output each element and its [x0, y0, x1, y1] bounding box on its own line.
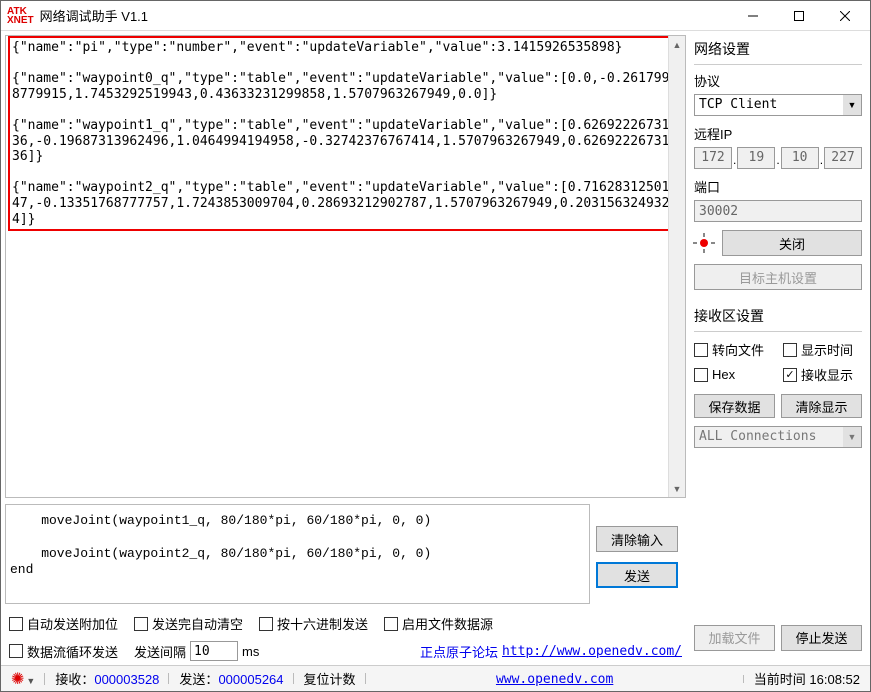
dropdown-arrow-icon[interactable]: ▼ — [26, 676, 35, 686]
forum-link[interactable]: http://www.openedv.com/ — [502, 644, 682, 659]
interval-unit: ms — [242, 644, 259, 659]
scroll-up-icon[interactable]: ▲ — [669, 36, 685, 53]
hex-label: Hex — [712, 367, 735, 382]
recv-show-label: 接收显示 — [801, 365, 853, 384]
network-settings-title: 网络设置 — [694, 37, 862, 61]
connection-filter-combobox[interactable]: ALL Connections ▼ — [694, 426, 862, 448]
show-time-checkbox[interactable] — [783, 343, 797, 357]
remote-ip-input[interactable]: 172. 19. 10. 227 — [694, 147, 862, 169]
to-file-checkbox[interactable] — [694, 343, 708, 357]
scrollbar-vertical[interactable]: ▲ ▼ — [668, 36, 685, 497]
show-time-label: 显示时间 — [801, 340, 853, 359]
gear-icon[interactable]: ✺ — [11, 671, 24, 688]
interval-label: 发送间隔 — [134, 642, 186, 661]
maximize-button[interactable] — [776, 2, 822, 30]
loop-send-checkbox[interactable] — [9, 644, 23, 658]
target-host-settings-button: 目标主机设置 — [694, 264, 862, 290]
remote-ip-label: 远程IP — [694, 124, 862, 143]
send-as-hex-checkbox[interactable] — [259, 617, 273, 631]
receive-area: {"name":"pi","type":"number","event":"up… — [5, 35, 686, 498]
send-count-value: 000005264 — [218, 672, 283, 687]
port-label: 端口 — [694, 177, 862, 196]
hex-checkbox[interactable] — [694, 368, 708, 382]
time-label: 当前时间 — [754, 672, 810, 687]
auto-send-append-checkbox[interactable] — [9, 617, 23, 631]
recv-count-value: 000003528 — [94, 672, 159, 687]
close-button[interactable] — [822, 2, 868, 30]
protocol-label: 协议 — [694, 71, 862, 90]
chevron-down-icon[interactable]: ▼ — [843, 95, 861, 115]
protocol-combobox[interactable]: TCP Client ▼ — [694, 94, 862, 116]
connection-status-icon — [694, 235, 714, 251]
send-button[interactable]: 发送 — [596, 562, 678, 588]
reset-count-button[interactable]: 复位计数 — [304, 672, 356, 687]
close-connection-button[interactable]: 关闭 — [722, 230, 862, 256]
minimize-button[interactable] — [730, 2, 776, 30]
enable-file-source-checkbox[interactable] — [384, 617, 398, 631]
save-data-button[interactable]: 保存数据 — [694, 394, 775, 418]
forum-label: 正点原子论坛 — [420, 642, 498, 661]
scroll-down-icon[interactable]: ▼ — [669, 480, 685, 497]
port-input[interactable] — [694, 200, 862, 222]
send-count-label: 发送： — [179, 672, 218, 687]
app-logo: ATKXNET — [7, 7, 34, 25]
to-file-label: 转向文件 — [712, 340, 764, 359]
website-link[interactable]: www.openedv.com — [496, 672, 613, 687]
clear-display-button[interactable]: 清除显示 — [781, 394, 862, 418]
clear-input-button[interactable]: 清除输入 — [596, 526, 678, 552]
interval-input[interactable] — [190, 641, 238, 661]
chevron-down-icon[interactable]: ▼ — [843, 427, 861, 447]
receive-settings-title: 接收区设置 — [694, 304, 862, 328]
stop-send-button[interactable]: 停止发送 — [781, 625, 862, 651]
recv-show-checkbox[interactable]: ✓ — [783, 368, 797, 382]
auto-clear-after-send-checkbox[interactable] — [134, 617, 148, 631]
load-file-button: 加载文件 — [694, 625, 775, 651]
recv-count-label: 接收： — [55, 672, 94, 687]
send-area[interactable]: moveJoint(waypoint1_q, 80/180*pi, 60/180… — [5, 504, 590, 604]
time-value: 16:08:52 — [809, 672, 860, 687]
window-title: 网络调试助手 V1.1 — [40, 6, 730, 25]
